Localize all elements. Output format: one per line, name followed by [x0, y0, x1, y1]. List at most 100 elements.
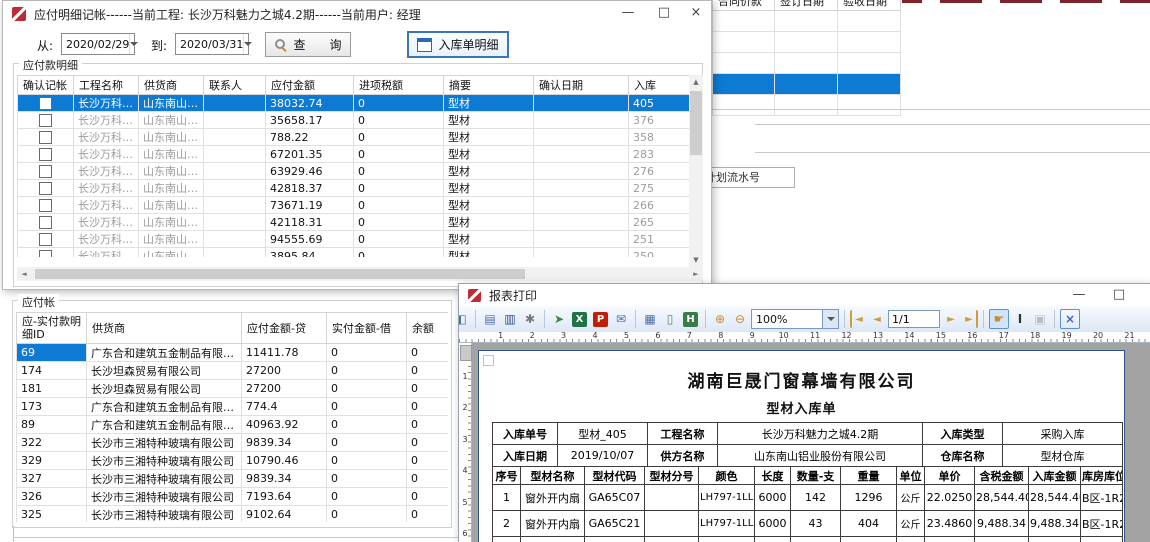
- table-row[interactable]: 长沙万科魅力...山东南山铝业...42818.370型材275: [18, 180, 690, 197]
- table-row[interactable]: [493, 537, 1123, 542]
- next-page-icon[interactable]: ►: [942, 310, 960, 328]
- checkbox[interactable]: [39, 182, 52, 195]
- column-header[interactable]: 供货商: [139, 76, 204, 95]
- table-row[interactable]: [713, 95, 901, 116]
- first-page-icon[interactable]: ◄: [850, 310, 866, 328]
- detail-hscroll-thumb[interactable]: [35, 269, 525, 279]
- column-header[interactable]: 入库: [629, 76, 690, 95]
- column-header[interactable]: 工程名称: [74, 76, 139, 95]
- table-row[interactable]: 322长沙市三湘特种玻璃有限公司9839.3400: [17, 434, 449, 452]
- table-row[interactable]: 181长沙坦森贸易有限公司2720000: [17, 380, 449, 398]
- maximize-button[interactable]: □: [647, 1, 681, 25]
- from-date-combo[interactable]: 2020/02/29: [61, 33, 135, 55]
- table-row[interactable]: [713, 74, 901, 95]
- table-row[interactable]: 入库单号型材_405工程名称长沙万科魅力之城4.2期入库类型采购入库: [493, 423, 1123, 445]
- close-preview-icon[interactable]: ×: [1060, 309, 1080, 329]
- column-header[interactable]: 验收日期: [838, 0, 901, 11]
- table-row[interactable]: [713, 32, 901, 53]
- column-header[interactable]: 库房库位: [1081, 467, 1123, 485]
- mail-export-icon[interactable]: ✉: [612, 310, 630, 328]
- report-preview-area[interactable]: 123456 湖南巨晟门窗幕墙有限公司 型材入库单 入库单号型材_405工程名称…: [459, 343, 1150, 542]
- report-titlebar[interactable]: 报表打印: [459, 284, 1150, 306]
- report-minimize-button[interactable]: —: [1062, 284, 1096, 306]
- payable-table[interactable]: 应-实付款明细ID供货商应付金额-贷实付金额-借余额 69广东合和建筑五金制品有…: [16, 312, 448, 522]
- table-row[interactable]: 326长沙市三湘特种玻璃有限公司7193.6400: [17, 488, 449, 506]
- detail-table[interactable]: 确认记帐工程名称供货商联系人应付金额进项税额摘要确认日期入库 长沙万科魅力...…: [17, 75, 689, 257]
- contract-table[interactable]: 合同价款签订日期验收日期: [712, 0, 901, 116]
- checkbox[interactable]: [39, 131, 52, 144]
- checkbox[interactable]: [39, 199, 52, 212]
- column-header[interactable]: 合同价款: [713, 0, 775, 11]
- save-icon[interactable]: ▦: [641, 310, 659, 328]
- report-close-button[interactable]: ×: [1142, 284, 1150, 306]
- table-row[interactable]: 长沙万科魅力...山东南山铝业...94555.690型材251: [18, 231, 690, 248]
- export-icon[interactable]: ➤: [550, 310, 568, 328]
- checkbox[interactable]: [39, 114, 52, 127]
- table-row[interactable]: 89广东合和建筑五金制品有限公司40963.9200: [17, 416, 449, 434]
- last-page-icon[interactable]: ►: [962, 310, 978, 328]
- column-header[interactable]: 确认记帐: [18, 76, 74, 95]
- html-export-icon[interactable]: H: [683, 312, 698, 327]
- table-row[interactable]: 327长沙市三湘特种玻璃有限公司9839.3400: [17, 470, 449, 488]
- column-header[interactable]: 应付金额-贷: [242, 313, 327, 344]
- detail-vscroll-thumb[interactable]: [690, 91, 702, 155]
- column-header[interactable]: 供货商: [87, 313, 242, 344]
- column-header[interactable]: 长度: [755, 467, 791, 485]
- minimize-button[interactable]: —: [611, 1, 645, 25]
- column-header[interactable]: 摘要: [444, 76, 534, 95]
- zoom-in-icon[interactable]: ⊕: [711, 310, 729, 328]
- table-row[interactable]: 325长沙市三湘特种玻璃有限公司9102.6400: [17, 506, 449, 523]
- scroll-left-icon[interactable]: ◄: [17, 267, 31, 281]
- column-header[interactable]: 数量-支: [791, 467, 841, 485]
- table-row[interactable]: 长沙万科魅力...山东南山铝业...35658.170型材376: [18, 112, 690, 129]
- inbound-detail-button[interactable]: 入库单明细: [407, 31, 509, 58]
- column-header[interactable]: 型材名称: [521, 467, 585, 485]
- table-row[interactable]: [713, 53, 901, 74]
- flow-number-box[interactable]: 计划流水号: [711, 167, 795, 188]
- column-header[interactable]: 联系人: [204, 76, 266, 95]
- column-header[interactable]: 确认日期: [534, 76, 629, 95]
- query-button[interactable]: 查 询: [265, 32, 351, 57]
- table-row[interactable]: 173广东合和建筑五金制品有限公司774.400: [17, 398, 449, 416]
- table-row[interactable]: 长沙万科魅力...山东南山铝业...3895.840型材250: [18, 248, 690, 258]
- table-row[interactable]: 长沙万科魅力...山东南山铝业...42118.310型材265: [18, 214, 690, 231]
- table-row[interactable]: 1窗外开内扇GA65C07LH797-1LL60001421296公斤22.02…: [493, 485, 1123, 511]
- scroll-right-icon[interactable]: ►: [689, 267, 703, 281]
- hand-tool-icon[interactable]: ☛: [989, 309, 1009, 329]
- table-row[interactable]: 长沙万科魅力...山东南山铝业...67201.350型材283: [18, 146, 690, 163]
- table-row[interactable]: 入库日期2019/10/07供方名称山东南山铝业股份有限公司仓库名称型材仓库: [493, 445, 1123, 467]
- detail-titlebar[interactable]: 应付明细记帐------当前工程: 长沙万科魅力之城4.2期------当前用户…: [3, 1, 711, 27]
- excel-export-icon[interactable]: X: [572, 312, 587, 327]
- table-row[interactable]: 长沙万科魅力...山东南山铝业...788.220型材358: [18, 129, 690, 146]
- column-header[interactable]: 颜色: [699, 467, 755, 485]
- prev-page-icon[interactable]: ◄: [868, 310, 886, 328]
- checkbox[interactable]: [39, 216, 52, 229]
- table-row[interactable]: 长沙万科魅力...山东南山铝业...63929.460型材276: [18, 163, 690, 180]
- column-header[interactable]: 单位: [897, 467, 925, 485]
- report-maximize-button[interactable]: □: [1102, 284, 1136, 306]
- column-header[interactable]: 含税金额: [975, 467, 1029, 485]
- panel-toggle-icon[interactable]: ◧: [459, 310, 470, 328]
- table-row[interactable]: 174长沙坦森贸易有限公司2720000: [17, 362, 449, 380]
- text-select-tool-icon[interactable]: I: [1011, 310, 1029, 328]
- to-date-dropdown[interactable]: [243, 34, 252, 54]
- settings-icon[interactable]: ✱: [521, 310, 539, 328]
- column-header[interactable]: 型材分号: [645, 467, 699, 485]
- column-header[interactable]: 重量: [841, 467, 897, 485]
- zoom-out-icon[interactable]: ⊖: [731, 310, 749, 328]
- column-header[interactable]: 进项税额: [354, 76, 444, 95]
- zoom-dropdown[interactable]: [822, 310, 838, 328]
- table-row[interactable]: 2窗外开内扇GA65C21LH797-1LL600043404公斤23.4860…: [493, 511, 1123, 537]
- column-header[interactable]: 实付金额-借: [327, 313, 407, 344]
- column-header[interactable]: 应付金额: [266, 76, 354, 95]
- checkbox[interactable]: [39, 250, 52, 257]
- column-header[interactable]: 型材代码: [585, 467, 645, 485]
- scroll-up-icon[interactable]: ▲: [689, 75, 703, 89]
- table-row[interactable]: [713, 11, 901, 32]
- zoom-select[interactable]: 100%: [751, 309, 839, 329]
- column-header[interactable]: 签订日期: [775, 0, 838, 11]
- from-date-dropdown[interactable]: [129, 34, 138, 54]
- checkbox[interactable]: [39, 165, 52, 178]
- copy-icon[interactable]: ▣: [1031, 310, 1049, 328]
- table-row[interactable]: 69广东合和建筑五金制品有限公司11411.7800: [17, 344, 449, 362]
